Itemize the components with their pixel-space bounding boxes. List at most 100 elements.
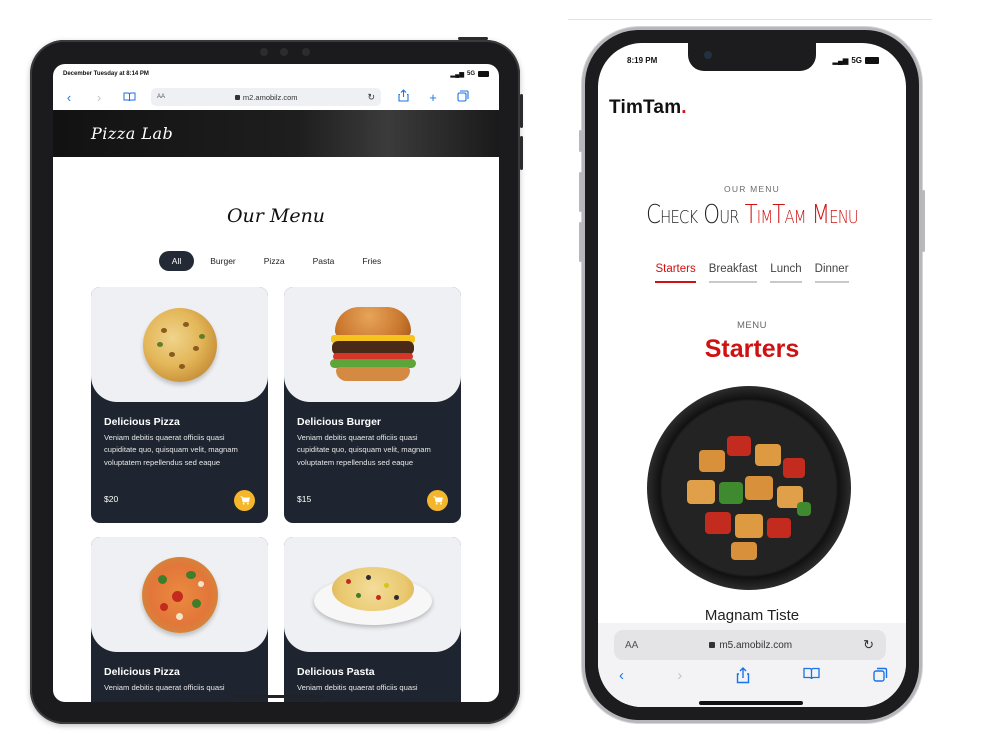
- reload-icon[interactable]: ↻: [367, 92, 375, 103]
- menu-category-title: Starters: [704, 335, 800, 363]
- lock-icon: [709, 642, 716, 648]
- book-icon[interactable]: [803, 667, 820, 688]
- menu-title: Our Menu: [226, 205, 326, 227]
- text-size-button[interactable]: AA: [625, 640, 638, 651]
- dish-name: Magnam Tiste: [704, 607, 800, 624]
- ipad-screen: December Tuesday at 8:14 PM ▂▄▆ 5G ‹ › A…: [53, 64, 499, 702]
- tab-starters[interactable]: Starters: [655, 263, 696, 283]
- signal-icon: ▂▄▆: [832, 57, 849, 65]
- filter-fries[interactable]: Fries: [350, 251, 393, 271]
- card-price: $20: [104, 494, 119, 504]
- back-chevron-icon[interactable]: ‹: [619, 667, 624, 688]
- menu-card[interactable]: Delicious Burger Veniam debitis quaerat …: [284, 287, 461, 523]
- ipad-device: December Tuesday at 8:14 PM ▂▄▆ 5G ‹ › A…: [30, 37, 523, 724]
- logo-dot: .: [681, 97, 687, 118]
- stage: December Tuesday at 8:14 PM ▂▄▆ 5G ‹ › A…: [0, 0, 1000, 750]
- pasta-image: [313, 563, 432, 627]
- iphone-status-bar: 8:19 PM ▂▄▆ 5G: [598, 56, 906, 65]
- network-label: 5G: [466, 71, 475, 77]
- url-bar[interactable]: AA m5.amobilz.com ↻: [614, 630, 886, 660]
- share-icon[interactable]: [736, 667, 750, 688]
- card-description: Veniam debitis quaerat officiis quasi cu…: [297, 433, 431, 467]
- card-title: Delicious Pizza: [104, 416, 180, 428]
- ipad-camera: [260, 48, 310, 56]
- home-indicator[interactable]: [233, 695, 323, 698]
- burger-image: [327, 305, 419, 385]
- reload-icon[interactable]: ↻: [863, 637, 874, 653]
- tabs-icon[interactable]: [873, 667, 888, 688]
- cart-icon[interactable]: [234, 490, 255, 511]
- iphone-screen: 8:19 PM ▂▄▆ 5G TimTam. OUR MENU Check Ou…: [598, 43, 906, 707]
- dish-image: [647, 386, 851, 590]
- card-title: Delicious Burger: [297, 416, 382, 428]
- card-image-area: [284, 537, 461, 652]
- iphone-device: 8:19 PM ▂▄▆ 5G TimTam. OUR MENU Check Ou…: [579, 30, 925, 720]
- forward-chevron-icon[interactable]: ›: [677, 667, 682, 688]
- pizzalab-header: Pizza Lab: [53, 110, 499, 157]
- iphone-volume-down: [579, 222, 582, 262]
- heading-part-1: Check Our: [646, 200, 745, 230]
- divider-line: [568, 19, 932, 20]
- card-price: $15: [297, 494, 312, 504]
- lock-icon: [234, 94, 240, 100]
- ipad-status-bar: December Tuesday at 8:14 PM ▂▄▆ 5G: [53, 64, 499, 84]
- ipad-volume-up: [520, 94, 523, 128]
- heading-part-2: TimTam Menu: [744, 200, 859, 230]
- card-image-area: [91, 537, 268, 652]
- tab-dinner[interactable]: Dinner: [814, 263, 849, 283]
- forward-chevron-icon[interactable]: ›: [91, 90, 107, 105]
- menu-card[interactable]: Delicious Pasta Veniam debitis quaerat o…: [284, 537, 461, 702]
- battery-icon: [865, 57, 879, 64]
- section-heading: Check Our TimTam Menu: [626, 200, 879, 230]
- menu-card[interactable]: Delicious Pizza Veniam debitis quaerat o…: [91, 537, 268, 702]
- ipad-top-button: [458, 37, 488, 40]
- url-text: m2.amobilz.com: [242, 92, 298, 102]
- filter-burger[interactable]: Burger: [198, 251, 248, 271]
- status-datetime: December Tuesday at 8:14 PM: [63, 71, 149, 77]
- card-title: Delicious Pasta: [297, 666, 375, 678]
- plus-icon[interactable]: +: [425, 90, 441, 105]
- card-image-area: [91, 287, 268, 402]
- tab-lunch[interactable]: Lunch: [770, 263, 802, 283]
- menu-tabs: Starters Breakfast Lunch Dinner: [598, 263, 906, 283]
- tabs-icon[interactable]: [455, 89, 471, 105]
- home-indicator[interactable]: [699, 701, 803, 705]
- menu-sub-label: MENU: [737, 320, 767, 331]
- battery-icon: [478, 71, 489, 77]
- iphone-power-button: [922, 190, 925, 252]
- menu-grid: Delicious Pizza Veniam debitis quaerat o…: [53, 287, 499, 702]
- menu-card[interactable]: Delicious Pizza Veniam debitis quaerat o…: [91, 287, 268, 523]
- text-size-button[interactable]: AA: [157, 94, 165, 100]
- timtam-logo[interactable]: TimTam.: [609, 97, 687, 119]
- card-description: Veniam debitis quaerat officiis quasi: [104, 683, 225, 692]
- logo-text: TimTam: [609, 97, 682, 118]
- pizza-image: [141, 556, 218, 633]
- filter-pasta[interactable]: Pasta: [301, 251, 347, 271]
- iphone-volume-up: [579, 172, 582, 212]
- status-time: 8:19 PM: [627, 56, 658, 65]
- ipad-volume-down: [520, 136, 523, 170]
- card-description: Veniam debitis quaerat officiis quasi cu…: [104, 433, 238, 467]
- filter-pizza[interactable]: Pizza: [252, 251, 297, 271]
- card-description: Veniam debitis quaerat officiis quasi: [297, 683, 418, 692]
- url-text: m5.amobilz.com: [719, 639, 793, 651]
- pizzalab-logo[interactable]: Pizza Lab: [91, 124, 173, 143]
- filter-all[interactable]: All: [158, 251, 195, 271]
- menu-filter-tabs: All Burger Pizza Pasta Fries: [53, 251, 499, 271]
- back-chevron-icon[interactable]: ‹: [61, 90, 77, 105]
- browser-tools: ‹ ›: [598, 667, 906, 688]
- card-title: Delicious Pizza: [104, 666, 180, 678]
- cart-icon[interactable]: [427, 490, 448, 511]
- network-label: 5G: [851, 56, 862, 65]
- ipad-browser-toolbar: ‹ › AA m2.amobilz.com ↻ +: [53, 84, 499, 110]
- signal-icon: ▂▄▆: [450, 71, 464, 78]
- iphone-silent-switch: [579, 130, 582, 152]
- url-bar[interactable]: AA m2.amobilz.com ↻: [151, 88, 381, 106]
- iphone-browser-bar: AA m5.amobilz.com ↻ ‹ ›: [598, 623, 906, 707]
- card-image-area: [284, 287, 461, 402]
- section-kicker: OUR MENU: [724, 184, 780, 194]
- pizza-image: [142, 307, 217, 382]
- book-icon[interactable]: [121, 90, 137, 105]
- share-icon[interactable]: [395, 89, 411, 105]
- tab-breakfast[interactable]: Breakfast: [708, 263, 758, 283]
